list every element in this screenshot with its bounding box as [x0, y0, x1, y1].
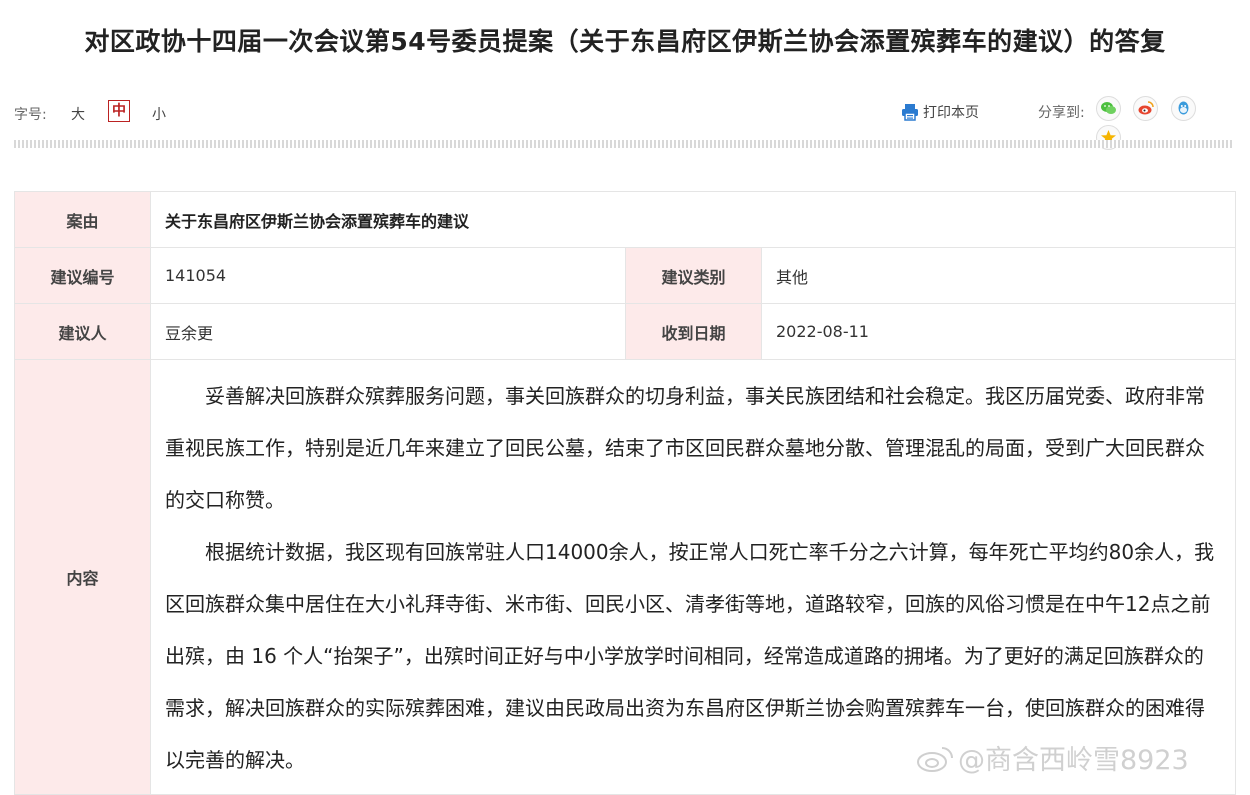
content-paragraph: 妥善解决回族群众殡葬服务问题，事关回族群众的切身利益，事关民族团结和社会稳定。我…: [165, 384, 1205, 512]
proposal-info-table: 案由 关于东昌府区伊斯兰协会添置殡葬车的建议 建议编号 141054 建议类别 …: [14, 191, 1236, 795]
reason-row: 案由 关于东昌府区伊斯兰协会添置殡葬车的建议: [14, 191, 1236, 248]
print-label: 打印本页: [923, 105, 979, 121]
font-size-small-button[interactable]: 小: [152, 104, 166, 124]
weibo-watermark-icon: [916, 745, 956, 773]
printer-icon: [901, 103, 918, 121]
font-size-label: 字号:: [14, 107, 47, 123]
date-label: 收到日期: [625, 303, 762, 360]
category-label: 建议类别: [625, 247, 762, 304]
qq-icon[interactable]: [1170, 96, 1196, 121]
page-title: 对区政协十四届一次会议第54号委员提案（关于东昌府区伊斯兰协会添置殡葬车的建议）…: [84, 27, 1166, 56]
watermark: @商含西岭雪8923: [916, 738, 1189, 777]
font-size-large-button[interactable]: 大: [71, 104, 85, 124]
content-label: 内容: [14, 359, 151, 795]
font-size-medium-button[interactable]: 中: [108, 100, 130, 122]
proposer-value: 豆余更: [150, 303, 626, 360]
category-value: 其他: [761, 247, 1236, 304]
share-label: 分享到:: [1038, 105, 1085, 121]
proposer-label: 建议人: [14, 303, 151, 360]
wechat-icon[interactable]: [1096, 96, 1121, 121]
number-value: 141054: [150, 247, 626, 304]
weibo-icon[interactable]: [1133, 96, 1159, 121]
reason-label: 案由: [14, 191, 151, 248]
content-row: 内容 妥善解决回族群众殡葬服务问题，事关回族群众的切身利益，事关民族团结和社会稳…: [14, 359, 1236, 795]
toolbar: 字号: 大 中 小 打印本页 分享到:: [14, 96, 1234, 150]
print-button[interactable]: 打印本页: [901, 102, 979, 122]
proposer-row: 建议人 豆余更 收到日期 2022-08-11: [14, 303, 1236, 360]
number-label: 建议编号: [14, 247, 151, 304]
dotted-divider: [14, 140, 1234, 148]
number-row: 建议编号 141054 建议类别 其他: [14, 247, 1236, 304]
reason-value: 关于东昌府区伊斯兰协会添置殡葬车的建议: [150, 191, 1236, 248]
date-value: 2022-08-11: [761, 303, 1236, 360]
content-body: 妥善解决回族群众殡葬服务问题，事关回族群众的切身利益，事关民族团结和社会稳定。我…: [150, 359, 1236, 795]
watermark-text: @商含西岭雪8923: [958, 745, 1189, 776]
